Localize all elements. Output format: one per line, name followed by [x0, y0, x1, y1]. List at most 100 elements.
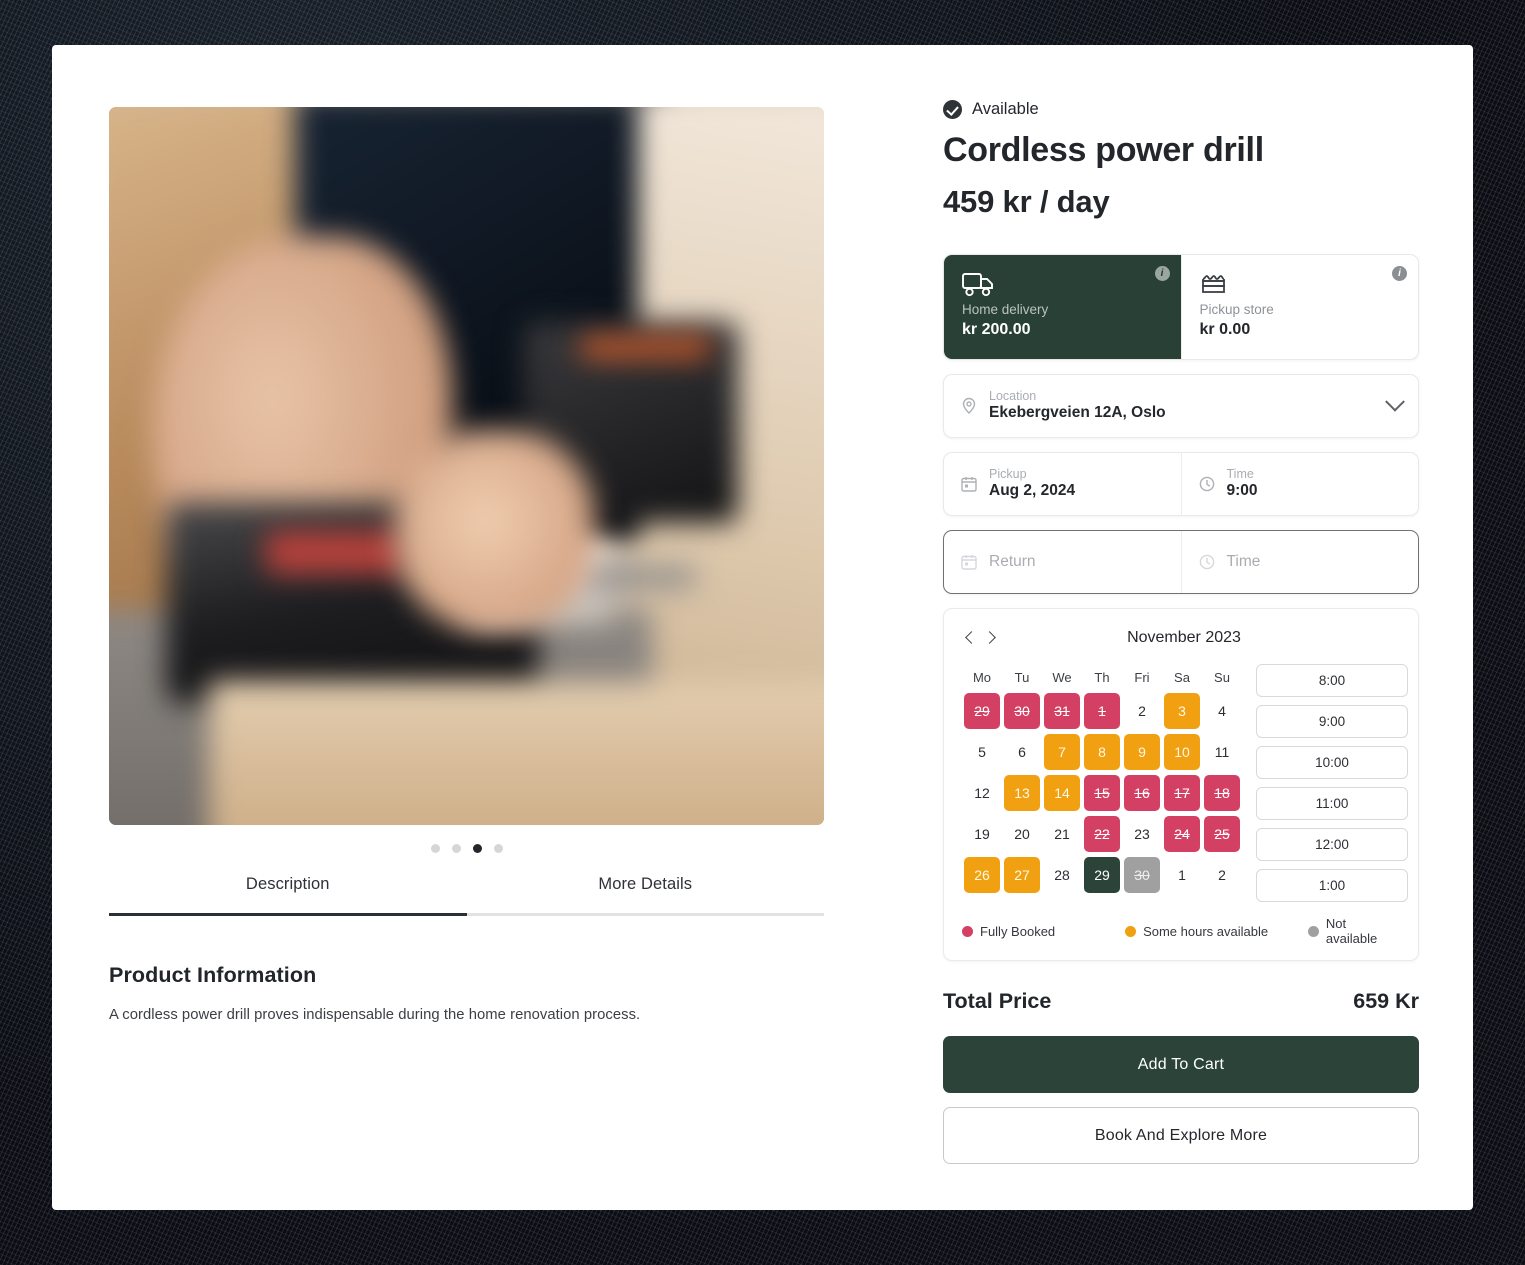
book-and-explore-more-button[interactable]: Book And Explore More [943, 1107, 1419, 1164]
return-time-placeholder: Time [1226, 553, 1261, 570]
time-slot-option[interactable]: 10:00 [1256, 746, 1408, 779]
time-slot-list: 8:00 9:00 10:00 11:00 12:00 1:00 [1256, 662, 1408, 902]
return-field-box: Return Time [943, 530, 1419, 594]
delivery-option-pickup-store[interactable]: i Pickup store kr 0.00 [1180, 255, 1419, 359]
clock-icon [1198, 475, 1216, 493]
calendar-day-free[interactable]: 1 [1162, 856, 1202, 894]
calendar-day-free[interactable]: 19 [962, 815, 1002, 853]
info-icon[interactable]: i [1154, 266, 1170, 281]
pickup-date-label: Pickup [989, 466, 1027, 481]
pickup-time-field[interactable]: Time 9:00 [1180, 453, 1419, 515]
calendar-day-free[interactable]: 20 [1002, 815, 1042, 853]
calendar-day-booked[interactable]: 31 [1042, 692, 1082, 730]
add-to-cart-button[interactable]: Add To Cart [943, 1036, 1419, 1093]
chevron-down-icon[interactable] [1385, 391, 1405, 412]
availability-label: Available [972, 100, 1039, 118]
location-label: Location [989, 388, 1037, 403]
product-information-heading: Product Information [109, 963, 317, 987]
calendar-day-free[interactable]: 2 [1202, 856, 1242, 894]
app-background: Description More Details Product Informa… [0, 0, 1525, 1265]
calendar-day-partial[interactable]: 8 [1082, 733, 1122, 771]
pickup-field-box: Pickup Aug 2, 2024 Time 9:00 [943, 452, 1419, 516]
calendar-day-booked[interactable]: 16 [1122, 774, 1162, 812]
tab-description[interactable]: Description [109, 875, 467, 916]
calendar-day-booked[interactable]: 22 [1082, 815, 1122, 853]
calendar-day-booked[interactable]: 18 [1202, 774, 1242, 812]
calendar-day-free[interactable]: 11 [1202, 733, 1242, 771]
time-slot-option[interactable]: 12:00 [1256, 828, 1408, 861]
calendar-day-partial[interactable]: 26 [962, 856, 1002, 894]
calendar-day-partial[interactable]: 14 [1042, 774, 1082, 812]
calendar-day-partial[interactable]: 3 [1162, 692, 1202, 730]
price-label: 459 kr / day [943, 184, 1110, 219]
chevron-right-icon[interactable] [982, 628, 1002, 648]
calendar-day-partial[interactable]: 7 [1042, 733, 1082, 771]
calendar-day-partial[interactable]: 10 [1162, 733, 1202, 771]
calendar-day-free[interactable]: 12 [962, 774, 1002, 812]
calendar-grid: Mo Tu We Th Fri Sa Su 29 30 31 1 2 3 4 5 6 7 8 9 10 11 12 13 1… [962, 662, 1242, 902]
pickup-date-value: Aug 2, 2024 [989, 482, 1076, 500]
calendar-day-partial[interactable]: 9 [1122, 733, 1162, 771]
calendar-day-free[interactable]: 4 [1202, 692, 1242, 730]
carousel-dot[interactable] [430, 843, 440, 853]
calendar-weeks: 29 30 31 1 2 3 4 5 6 7 8 9 10 11 12 13 14 15 16 17 18 19 20 21 2… [962, 692, 1242, 894]
calendar-day-free[interactable]: 5 [962, 733, 1002, 771]
calendar-day-booked[interactable]: 15 [1082, 774, 1122, 812]
legend-item: Not available [1307, 916, 1400, 946]
return-date-field[interactable]: Return [944, 531, 1181, 593]
legend-item: Fully Booked [962, 924, 1125, 939]
calendar-week-row: 5 6 7 8 9 10 11 [962, 733, 1242, 771]
legend-label: Fully Booked [980, 923, 1056, 939]
pickup-date-field[interactable]: Pickup Aug 2, 2024 [944, 453, 1181, 515]
calendar-week-row: 19 20 21 22 23 24 25 [962, 815, 1242, 853]
calendar-day-free[interactable]: 23 [1122, 815, 1162, 853]
time-slot-option[interactable]: 1:00 [1256, 869, 1408, 902]
total-price-label: Total Price [943, 989, 1052, 1013]
calendar-weekday: We [1052, 669, 1072, 685]
calendar-day-free[interactable]: 6 [1002, 733, 1042, 771]
delivery-option-home-delivery[interactable]: i Home delivery kr 200.00 [944, 255, 1181, 359]
calendar-weekday: Th [1094, 669, 1110, 685]
calendar-day-partial[interactable]: 27 [1002, 856, 1042, 894]
page-title: Cordless power drill [943, 131, 1264, 169]
carousel-dot[interactable] [451, 843, 461, 853]
return-time-field[interactable]: Time [1180, 531, 1419, 593]
calendar-day-booked[interactable]: 1 [1082, 692, 1122, 730]
calendar-weekday: Tu [1014, 669, 1030, 685]
calendar-day-booked[interactable]: 29 [962, 692, 1002, 730]
carousel-dot[interactable] [472, 843, 482, 853]
chevron-left-icon[interactable] [962, 628, 982, 648]
calendar-day-off[interactable]: 30 [1122, 856, 1162, 894]
legend-item: Some hours available [1125, 924, 1308, 939]
location-field-box: Location Ekebergveien 12A, Oslo [943, 374, 1419, 438]
photo-region-board [209, 681, 824, 825]
legend-color-dot [962, 925, 973, 937]
legend-color-dot [1307, 925, 1319, 937]
info-icon[interactable]: i [1392, 266, 1407, 281]
calendar-day-booked[interactable]: 17 [1162, 774, 1202, 812]
calendar-day-partial[interactable]: 13 [1002, 774, 1042, 812]
map-pin-icon [960, 397, 978, 415]
calendar-icon [960, 475, 978, 493]
time-slot-option[interactable]: 8:00 [1256, 664, 1408, 697]
product-media-column: Description More Details Product Informa… [109, 107, 824, 1023]
time-slot-option[interactable]: 11:00 [1256, 787, 1408, 820]
availability-badge: Available [943, 100, 1419, 119]
calendar-day-booked[interactable]: 25 [1202, 815, 1242, 853]
calendar-day-booked[interactable]: 24 [1162, 815, 1202, 853]
photo-region-drill-bit [580, 566, 696, 589]
tab-more-details[interactable]: More Details [466, 875, 824, 916]
calendar-day-booked[interactable]: 30 [1002, 692, 1042, 730]
carousel-dot[interactable] [493, 843, 503, 853]
carousel-dots[interactable] [109, 825, 824, 871]
time-slot-option[interactable]: 9:00 [1256, 705, 1408, 738]
calendar-icon [960, 553, 978, 571]
product-image-carousel[interactable] [109, 107, 824, 825]
check-circle-icon [943, 100, 962, 119]
calendar-day-free[interactable]: 2 [1122, 692, 1162, 730]
calendar-day-selected[interactable]: 29 [1082, 856, 1122, 894]
location-select[interactable]: Location Ekebergveien 12A, Oslo [944, 375, 1418, 437]
calendar-day-free[interactable]: 28 [1042, 856, 1082, 894]
return-date-placeholder: Return [989, 553, 1036, 570]
calendar-day-free[interactable]: 21 [1042, 815, 1082, 853]
